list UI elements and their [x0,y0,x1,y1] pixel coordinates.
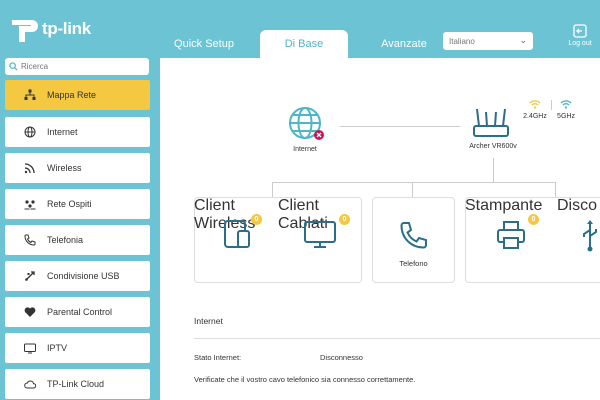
chevron-down-icon: ⌄ [519,35,527,45]
usb-icon [23,269,37,283]
top-bar: tp-link Quick Setup Di Base Avanzate Ita… [0,0,600,58]
client-wireless-tile[interactable]: 0 Client Wireless [194,197,278,283]
logout-button[interactable]: Log out [562,24,598,47]
main-content: Internet Archer VR600v 2.4GHz 5GHz 0 Cli… [160,58,600,400]
router-label: Archer VR600v [469,143,517,150]
search-input[interactable] [21,62,131,71]
sidebar-item-label: Rete Ospiti [47,199,92,209]
sidebar: Mappa Rete Internet Wireless Rete Ospiti… [0,58,156,400]
client-wireless-count-badge: 0 [251,214,262,225]
stampante-count-badge: 0 [528,214,539,225]
internet-globe-icon[interactable] [287,105,327,145]
internet-state-label: Stato Internet: [194,353,242,362]
logout-label: Log out [568,40,592,47]
telefono-card[interactable]: Telefono [372,197,455,283]
language-select[interactable]: Italiano ⌄ [443,32,533,50]
sidebar-item-label: Parental Control [47,307,113,317]
stampante-tile[interactable]: 0 Stampante [465,197,557,283]
band-5ghz-label: 5GHz [557,113,575,120]
language-value: Italiano [449,36,475,46]
router-icon[interactable] [472,106,510,140]
logo: tp-link [8,14,91,44]
sidebar-item-label: IPTV [47,343,68,353]
guest-network-icon [23,197,37,211]
sidebar-item-label: Mappa Rete [47,90,97,100]
client-cablati-tile[interactable]: 0 Client Cablati [278,197,362,283]
internet-label: Internet [293,146,317,153]
tp-link-logo-icon [12,20,38,42]
connector-line [412,182,413,197]
internet-section-title: Internet [194,316,223,326]
network-map-icon [23,88,37,102]
search-box[interactable] [5,58,149,75]
main-tabs: Quick Setup Di Base Avanzate [160,30,448,58]
disco-usb-label: Disco USB [557,197,600,214]
connector-line [493,158,494,182]
connector-line [272,182,273,197]
internet-state-value: Disconnesso [320,353,363,362]
sidebar-item-tp-link-cloud[interactable]: TP-Link Cloud [5,369,150,399]
globe-icon [23,125,37,139]
sidebar-item-iptv[interactable]: IPTV [5,333,150,363]
logo-text: tp-link [42,19,91,38]
tv-icon [23,341,37,355]
tab-quick-setup[interactable]: Quick Setup [160,30,248,58]
sidebar-item-label: TP-Link Cloud [47,379,105,389]
wifi-icon [23,161,37,175]
sidebar-item-label: Internet [47,127,78,137]
telefono-label: Telefono [399,259,428,268]
sidebar-item-telefonia[interactable]: Telefonia [5,225,150,255]
logout-icon [573,24,587,38]
connector-line [340,126,460,127]
band-24ghz-label: 2.4GHz [523,113,547,120]
phone-icon [23,233,37,247]
sidebar-item-mappa-rete[interactable]: Mappa Rete [5,80,150,110]
sidebar-item-label: Telefonia [47,235,84,245]
section-divider [194,338,600,339]
wifi-24ghz-icon [529,100,541,109]
printer-icon [497,221,525,249]
wifi-5ghz-icon [560,100,572,109]
connector-line [272,182,555,183]
sidebar-item-rete-ospiti[interactable]: Rete Ospiti [5,189,150,219]
heart-icon [23,305,37,319]
sidebar-item-condivisione-usb[interactable]: Condivisione USB [5,261,150,291]
client-cablati-count-badge: 0 [339,214,350,225]
usb-drive-icon [583,220,597,252]
connection-hint-text: Verificate che il vostro cavo telefonico… [194,375,416,384]
sidebar-item-label: Wireless [47,163,82,173]
phone-handset-icon [400,222,427,249]
cloud-icon [23,377,37,391]
tab-avanzate[interactable]: Avanzate [360,30,448,58]
band-divider [551,100,552,110]
search-icon [9,62,18,71]
disco-usb-tile[interactable]: Disco USB [557,197,600,283]
sidebar-item-label: Condivisione USB [47,271,120,281]
connector-line [555,182,556,197]
sidebar-item-internet[interactable]: Internet [5,117,150,147]
sidebar-item-wireless[interactable]: Wireless [5,153,150,183]
stampante-label: Stampante [465,197,543,214]
tablet-phone-icon [224,220,250,248]
tab-di-base[interactable]: Di Base [260,30,348,58]
sidebar-item-parental-control[interactable]: Parental Control [5,297,150,327]
monitor-icon [304,221,336,248]
